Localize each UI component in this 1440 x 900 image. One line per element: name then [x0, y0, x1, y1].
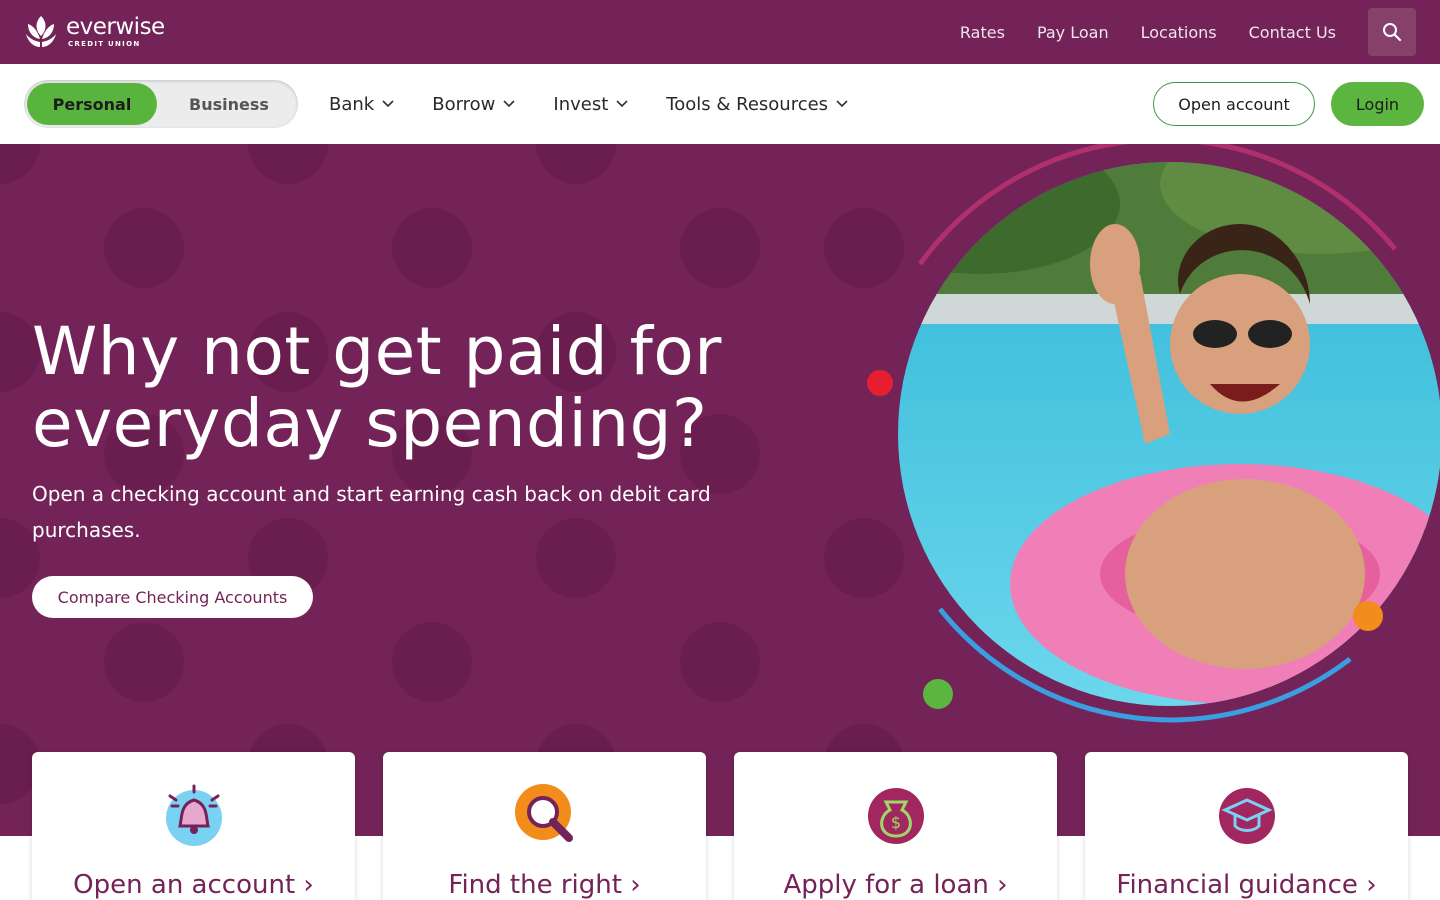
card-find-label: Find the right — [448, 870, 622, 900]
business-toggle[interactable]: Business — [164, 83, 294, 125]
utility-bar: everwise CREDIT UNION Rates Pay Loan Loc… — [0, 0, 1440, 64]
pay-loan-link[interactable]: Pay Loan — [1037, 23, 1109, 42]
chevron-down-icon — [616, 100, 628, 108]
compare-checking-button[interactable]: Compare Checking Accounts — [32, 576, 313, 618]
card-find-title: Find the right › — [383, 870, 706, 900]
contact-us-link[interactable]: Contact Us — [1249, 23, 1336, 42]
menu-invest-label: Invest — [553, 93, 609, 115]
menu-borrow-label: Borrow — [432, 93, 496, 115]
menu-invest[interactable]: Invest — [553, 94, 628, 115]
everwise-logo[interactable]: everwise CREDIT UNION — [24, 14, 165, 50]
brand-name: everwise — [66, 14, 165, 40]
chevron-down-icon — [836, 100, 848, 108]
search-button[interactable] — [1368, 8, 1416, 56]
hero-title: Why not get paid for everyday spending? — [32, 316, 792, 460]
chevron-down-icon — [382, 100, 394, 108]
main-menu: Bank Borrow Invest Tools & Resources — [329, 64, 886, 144]
locations-link[interactable]: Locations — [1141, 23, 1217, 42]
leaf-logo-icon — [26, 16, 56, 47]
brand-tagline: CREDIT UNION — [68, 40, 141, 48]
chevron-right-icon: › — [303, 870, 314, 900]
personal-toggle[interactable]: Personal — [27, 83, 157, 125]
open-account-button[interactable]: Open account — [1153, 82, 1315, 126]
card-financial-guidance-title: Financial guidance › — [1085, 870, 1408, 900]
login-button[interactable]: Login — [1331, 82, 1424, 126]
card-find-the-right[interactable]: Find the right › — [383, 752, 706, 900]
hero-title-line2: everyday spending? — [32, 385, 708, 462]
segment-toggle: Personal Business — [24, 80, 298, 128]
svg-text:$: $ — [890, 813, 900, 832]
bell-icon — [165, 784, 222, 846]
hero-banner: Why not get paid for everyday spending? … — [0, 144, 1440, 836]
utility-links: Rates Pay Loan Locations Contact Us — [928, 0, 1336, 64]
card-apply-loan-title: Apply for a loan › — [734, 870, 1057, 900]
menu-bank[interactable]: Bank — [329, 94, 394, 115]
chevron-right-icon: › — [630, 870, 641, 900]
card-open-account-label: Open an account — [73, 870, 296, 900]
menu-tools-resources[interactable]: Tools & Resources — [666, 94, 848, 115]
chevron-down-icon — [503, 100, 515, 108]
hero-photo-illustration — [867, 144, 1440, 723]
rates-link[interactable]: Rates — [960, 23, 1005, 42]
chevron-right-icon: › — [1366, 870, 1377, 900]
hero-title-line1: Why not get paid for — [32, 313, 722, 390]
chevron-right-icon: › — [997, 870, 1008, 900]
hero-subtitle: Open a checking account and start earnin… — [32, 482, 711, 542]
card-open-account-title: Open an account › — [32, 870, 355, 900]
magnifier-icon — [514, 784, 573, 842]
card-open-account[interactable]: Open an account › — [32, 752, 355, 900]
graduation-cap-icon — [1218, 788, 1275, 844]
menu-bank-label: Bank — [329, 93, 375, 115]
menu-borrow[interactable]: Borrow — [432, 94, 515, 115]
money-bag-icon: $ — [867, 788, 924, 844]
card-financial-guidance-label: Financial guidance — [1116, 870, 1358, 900]
card-financial-guidance[interactable]: Financial guidance › — [1085, 752, 1408, 900]
menu-tools-label: Tools & Resources — [666, 93, 829, 115]
card-apply-loan[interactable]: $ Apply for a loan › — [734, 752, 1057, 900]
card-apply-loan-label: Apply for a loan — [783, 870, 989, 900]
search-icon — [1383, 23, 1402, 42]
main-nav: Personal Business Bank Borrow Invest Too… — [0, 64, 1440, 144]
